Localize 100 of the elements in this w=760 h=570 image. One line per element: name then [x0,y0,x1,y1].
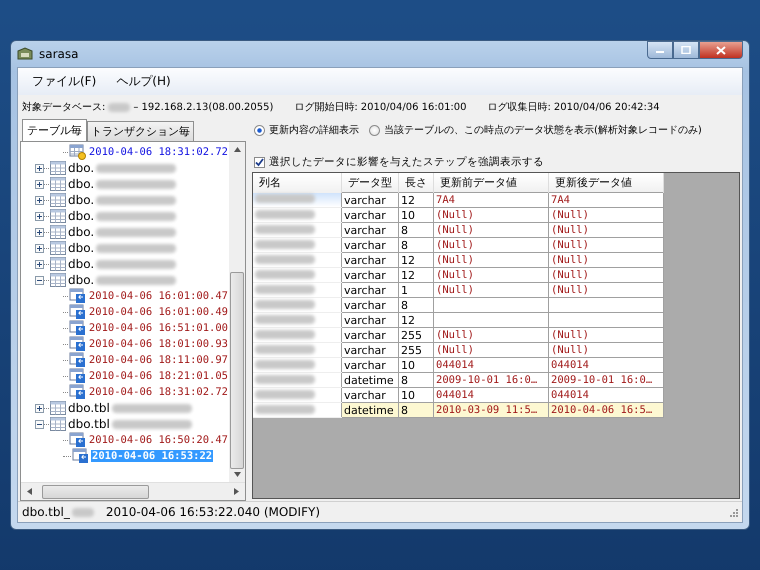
table-arrow-icon [68,384,86,400]
minimize-button[interactable] [647,41,673,59]
redacted-cell[interactable] [253,208,342,222]
table-cell: 044014 [548,388,664,402]
log-collect-label: ログ収集日時: [488,100,551,114]
redacted-cell[interactable] [253,222,342,238]
table-cell: varchar [342,268,398,282]
redacted-cell[interactable] [253,328,342,342]
redacted-cell[interactable] [253,402,342,418]
tree-item[interactable]: 2010-04-06 16:01:00.47 [88,290,229,302]
table-cell: 7A4 [434,192,548,208]
tree-item[interactable]: dbo. [68,161,94,175]
table-cell: (Null) [548,342,664,358]
table-cell: 255 [398,328,434,342]
scroll-right-icon [234,488,239,495]
redacted-cell[interactable] [253,282,342,298]
redacted-cell[interactable] [253,298,342,312]
expand-icon[interactable] [35,228,44,236]
tree-item[interactable]: 2010-04-06 16:50:20.47 [88,434,229,446]
redacted-cell[interactable] [253,312,342,328]
table-cell: (Null) [548,328,664,342]
tree-item[interactable]: 2010-04-06 18:21:01.05 [88,370,229,382]
redacted-cell[interactable] [253,388,342,402]
radio-button[interactable] [369,124,380,136]
tree-item[interactable]: dbo. [68,257,94,271]
redacted-block [72,508,94,516]
tree-item[interactable]: dbo. [68,177,94,191]
window-title: sarasa [39,47,78,61]
expand-icon[interactable] [35,196,44,204]
scroll-left-icon [27,488,32,495]
tab[interactable]: テーブル毎 [22,119,87,141]
redacted-cell[interactable] [253,252,342,268]
tree-item[interactable]: dbo. [68,273,94,287]
table-cell: (Null) [548,282,664,298]
table-cell: varchar [342,222,398,238]
expand-icon[interactable] [35,260,44,268]
horizontal-scrollbar[interactable] [21,482,245,500]
column-header[interactable]: 列名 [253,173,342,192]
table-cell: 7A4 [548,192,664,208]
scroll-thumb[interactable] [230,272,244,469]
tree-item[interactable]: 2010-04-06 18:11:00.97 [88,354,229,366]
table-arrow-icon [68,336,86,352]
menu-item[interactable]: ファイル(F) [32,73,96,90]
table-icon [50,241,66,255]
tree-item[interactable]: dbo. [68,225,94,239]
vertical-scrollbar[interactable] [229,142,245,482]
expand-icon[interactable] [35,164,44,172]
table-cell: 12 [398,312,434,328]
resize-grip-icon [728,507,738,517]
tree-item[interactable]: dbo. [68,193,94,207]
database-address: – 192.168.2.13(08.00.2055) [133,102,274,112]
column-header[interactable]: データ型 [342,173,398,192]
table-cell: (Null) [548,222,664,238]
tree-item[interactable]: 2010-04-06 18:31:02.72 [88,386,229,398]
table-cell: 10 [398,208,434,222]
table-arrow-icon [68,352,86,368]
maximize-button[interactable] [673,41,699,59]
table-cell: datetime [342,372,398,388]
menu-item[interactable]: ヘルプ(H) [116,73,171,90]
expand-icon[interactable] [35,244,44,252]
redacted-block [108,102,130,112]
scroll-thumb[interactable] [42,484,149,498]
table-icon [50,193,66,207]
checkbox[interactable] [254,156,265,168]
table-cell: 8 [398,372,434,388]
tree-item[interactable]: 2010-04-06 18:31:02.72 [88,146,229,158]
tab[interactable]: トランザクション毎 [87,121,194,141]
collapse-icon[interactable] [35,276,44,284]
table-cell: 12 [398,252,434,268]
expand-icon[interactable] [35,404,44,412]
table-cell: 8 [398,298,434,312]
redacted-cell[interactable] [253,358,342,372]
column-header[interactable]: 更新前データ値 [434,173,548,192]
tree-item[interactable]: dbo.tbl [68,401,110,415]
redacted-cell[interactable] [253,372,342,388]
redacted-cell[interactable] [253,238,342,252]
table-cell: (Null) [434,328,548,342]
table-icon [50,161,66,175]
tree-item[interactable]: dbo. [68,209,94,223]
tree-item[interactable]: 2010-04-06 18:01:00.93 [88,338,229,350]
table-cell: 8 [398,222,434,238]
radio-button[interactable] [254,124,265,136]
expand-icon[interactable] [35,180,44,188]
column-header[interactable]: 長さ [398,173,434,192]
expand-icon[interactable] [35,212,44,220]
collapse-icon[interactable] [35,420,44,428]
table-cell: 10 [398,388,434,402]
log-start-value: 2010/04/06 16:01:00 [360,102,467,112]
tree-item[interactable]: 2010-04-06 16:01:00.49 [88,306,229,318]
radio-option[interactable]: 更新内容の詳細表示 [254,123,359,137]
tree-item[interactable]: dbo. [68,241,94,255]
redacted-cell[interactable] [253,342,342,358]
tree-item[interactable]: dbo.tbl [68,417,110,431]
redacted-cell[interactable] [253,268,342,282]
column-header[interactable]: 更新後データ値 [548,173,664,192]
redacted-cell[interactable] [253,192,342,208]
close-button[interactable] [699,41,743,59]
table-icon [50,273,66,287]
table-cell: varchar [342,252,398,268]
tree-item[interactable]: 2010-04-06 16:51:01.00 [88,322,229,334]
